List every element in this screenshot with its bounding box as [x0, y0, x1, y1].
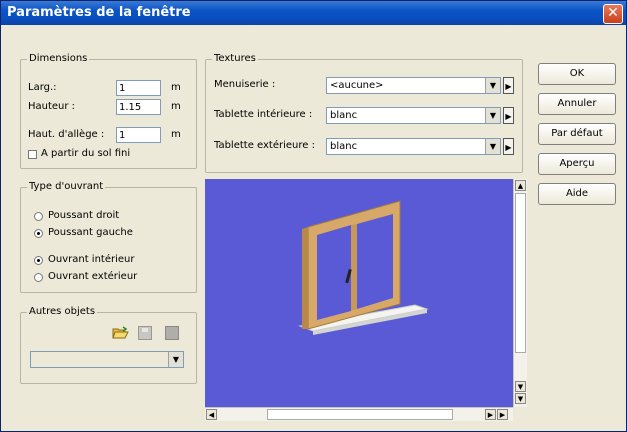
- hauteur-field[interactable]: 1.15: [116, 99, 161, 115]
- textures-title: Textures: [212, 53, 258, 64]
- disk-icon[interactable]: [138, 326, 152, 340]
- open-folder-icon[interactable]: [112, 326, 129, 340]
- larg-field[interactable]: 1: [116, 80, 161, 96]
- dimensions-title: Dimensions: [27, 53, 90, 64]
- ouvrant-exterieur-radio[interactable]: [34, 273, 43, 282]
- par-defaut-button[interactable]: Par défaut: [538, 123, 616, 145]
- scroll-thumb[interactable]: [515, 193, 526, 353]
- poussant-droit-label: Poussant droit: [48, 210, 120, 221]
- window-3d-render: [298, 200, 429, 335]
- tablette-interieure-label: Tablette intérieure :: [214, 109, 313, 120]
- hscroll-thumb[interactable]: [267, 409, 453, 420]
- window-frame-side: [302, 227, 308, 329]
- apercu-button[interactable]: Aperçu: [538, 153, 616, 175]
- ouvrant-exterieur-label: Ouvrant extérieur: [48, 271, 138, 282]
- autres-objets-select[interactable]: ▼: [30, 351, 184, 368]
- preview-hscroll[interactable]: ◀ ▶ ▶: [205, 407, 513, 421]
- mullion: [351, 224, 357, 311]
- autres-group: Autres objets: [20, 306, 197, 384]
- preview-viewport[interactable]: [205, 179, 513, 407]
- poussant-droit-radio[interactable]: [34, 212, 43, 221]
- scroll-up-icon[interactable]: ▲: [515, 180, 526, 191]
- sol-fini-label: A partir du sol fini: [41, 148, 131, 159]
- chevron-down-icon[interactable]: ▼: [168, 352, 183, 367]
- poussant-gauche-radio[interactable]: [34, 229, 43, 238]
- tablette-interieure-more-button[interactable]: ▶: [503, 107, 514, 124]
- hauteur-label: Hauteur :: [28, 101, 76, 112]
- chevron-down-icon[interactable]: ▼: [485, 108, 500, 123]
- scroll-right-icon[interactable]: ▶: [497, 409, 508, 420]
- allege-label: Haut. d'allège :: [28, 129, 105, 140]
- window-parametres: Paramètres de la fenêtre ✕ Dimensions La…: [0, 0, 627, 432]
- tablette-exterieure-label: Tablette extérieure :: [214, 140, 315, 151]
- delete-icon[interactable]: [165, 326, 179, 340]
- menuiserie-select[interactable]: <aucune> ▼: [326, 77, 501, 94]
- autres-title: Autres objets: [27, 306, 98, 317]
- window-title: Paramètres de la fenêtre: [7, 5, 191, 20]
- chevron-down-icon[interactable]: ▼: [485, 78, 500, 93]
- scroll-down-icon[interactable]: ▼: [515, 381, 526, 392]
- close-button[interactable]: ✕: [603, 4, 623, 24]
- tablette-exterieure-value: blanc: [330, 141, 358, 152]
- tablette-interieure-value: blanc: [330, 110, 358, 121]
- tablette-exterieure-select[interactable]: blanc ▼: [326, 138, 501, 155]
- ouvrant-interieur-label: Ouvrant intérieur: [48, 254, 135, 265]
- larg-label: Larg.:: [28, 82, 57, 93]
- chevron-down-icon[interactable]: ▼: [485, 139, 500, 154]
- hauteur-unit: m: [171, 101, 181, 112]
- sol-fini-checkbox[interactable]: [28, 150, 37, 159]
- allege-unit: m: [171, 129, 181, 140]
- larg-unit: m: [171, 82, 181, 93]
- menuiserie-value: <aucune>: [330, 80, 384, 91]
- scroll-left-icon[interactable]: ◀: [206, 409, 217, 420]
- scroll-down-icon[interactable]: ▼: [515, 393, 526, 404]
- annuler-button[interactable]: Annuler: [538, 93, 616, 115]
- tablette-exterieure-more-button[interactable]: ▶: [503, 138, 514, 155]
- poussant-gauche-label: Poussant gauche: [48, 227, 133, 238]
- menuiserie-more-button[interactable]: ▶: [503, 77, 514, 94]
- title-bar[interactable]: Paramètres de la fenêtre ✕: [1, 1, 626, 25]
- allege-field[interactable]: 1: [116, 127, 161, 143]
- scroll-right-icon[interactable]: ▶: [485, 409, 496, 420]
- left-pane: [317, 225, 351, 320]
- ouvrant-interieur-radio[interactable]: [34, 256, 43, 265]
- aide-button[interactable]: Aide: [538, 183, 616, 205]
- preview-vscroll[interactable]: ▲ ▼ ▼: [513, 179, 527, 407]
- right-pane: [357, 214, 393, 309]
- ouvrant-title: Type d'ouvrant: [27, 181, 106, 192]
- ok-button[interactable]: OK: [538, 63, 616, 85]
- tablette-interieure-select[interactable]: blanc ▼: [326, 107, 501, 124]
- menuiserie-label: Menuiserie :: [214, 79, 276, 90]
